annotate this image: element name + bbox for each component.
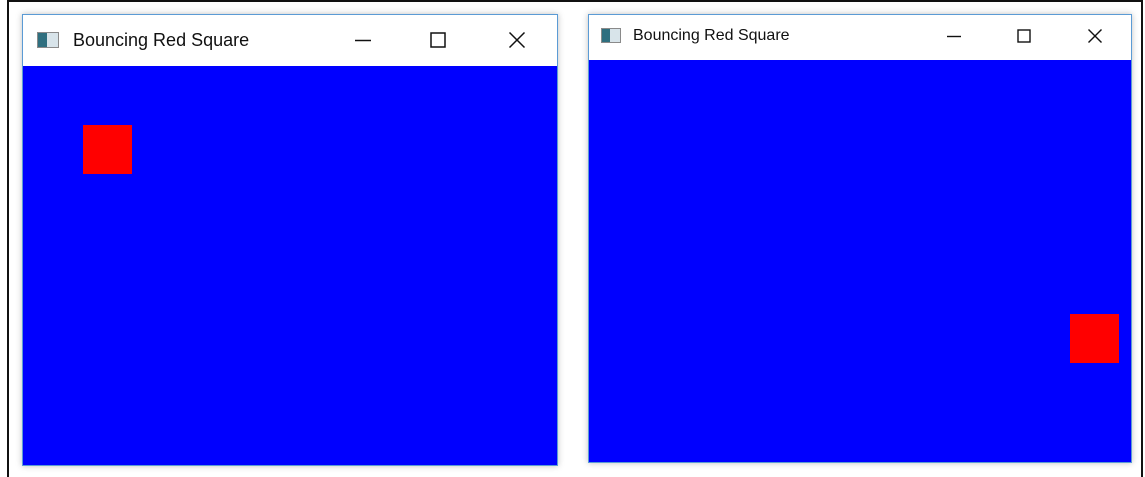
- minimize-button[interactable]: [343, 23, 383, 57]
- maximize-button[interactable]: [1006, 21, 1042, 51]
- title-bar[interactable]: Bouncing Red Square: [23, 15, 557, 66]
- app-icon: [601, 28, 621, 43]
- red-square: [83, 125, 132, 174]
- window-title: Bouncing Red Square: [73, 30, 250, 50]
- window-title: Bouncing Red Square: [633, 27, 790, 44]
- close-icon: [1088, 29, 1102, 43]
- minimize-button[interactable]: [936, 21, 972, 51]
- app-icon: [37, 32, 59, 48]
- app-window-left: Bouncing Red Square: [22, 14, 558, 466]
- blue-canvas: [589, 60, 1131, 462]
- red-square: [1070, 314, 1119, 363]
- maximize-icon: [1017, 29, 1031, 43]
- app-window-right: Bouncing Red Square: [588, 14, 1132, 463]
- close-button[interactable]: [1077, 21, 1113, 51]
- maximize-icon: [430, 32, 446, 48]
- minimize-icon: [947, 35, 961, 38]
- close-icon: [508, 31, 526, 49]
- maximize-button[interactable]: [418, 23, 458, 57]
- title-bar[interactable]: Bouncing Red Square: [589, 15, 1131, 60]
- blue-canvas: [23, 66, 557, 465]
- minimize-icon: [355, 39, 371, 42]
- close-button[interactable]: [497, 23, 537, 57]
